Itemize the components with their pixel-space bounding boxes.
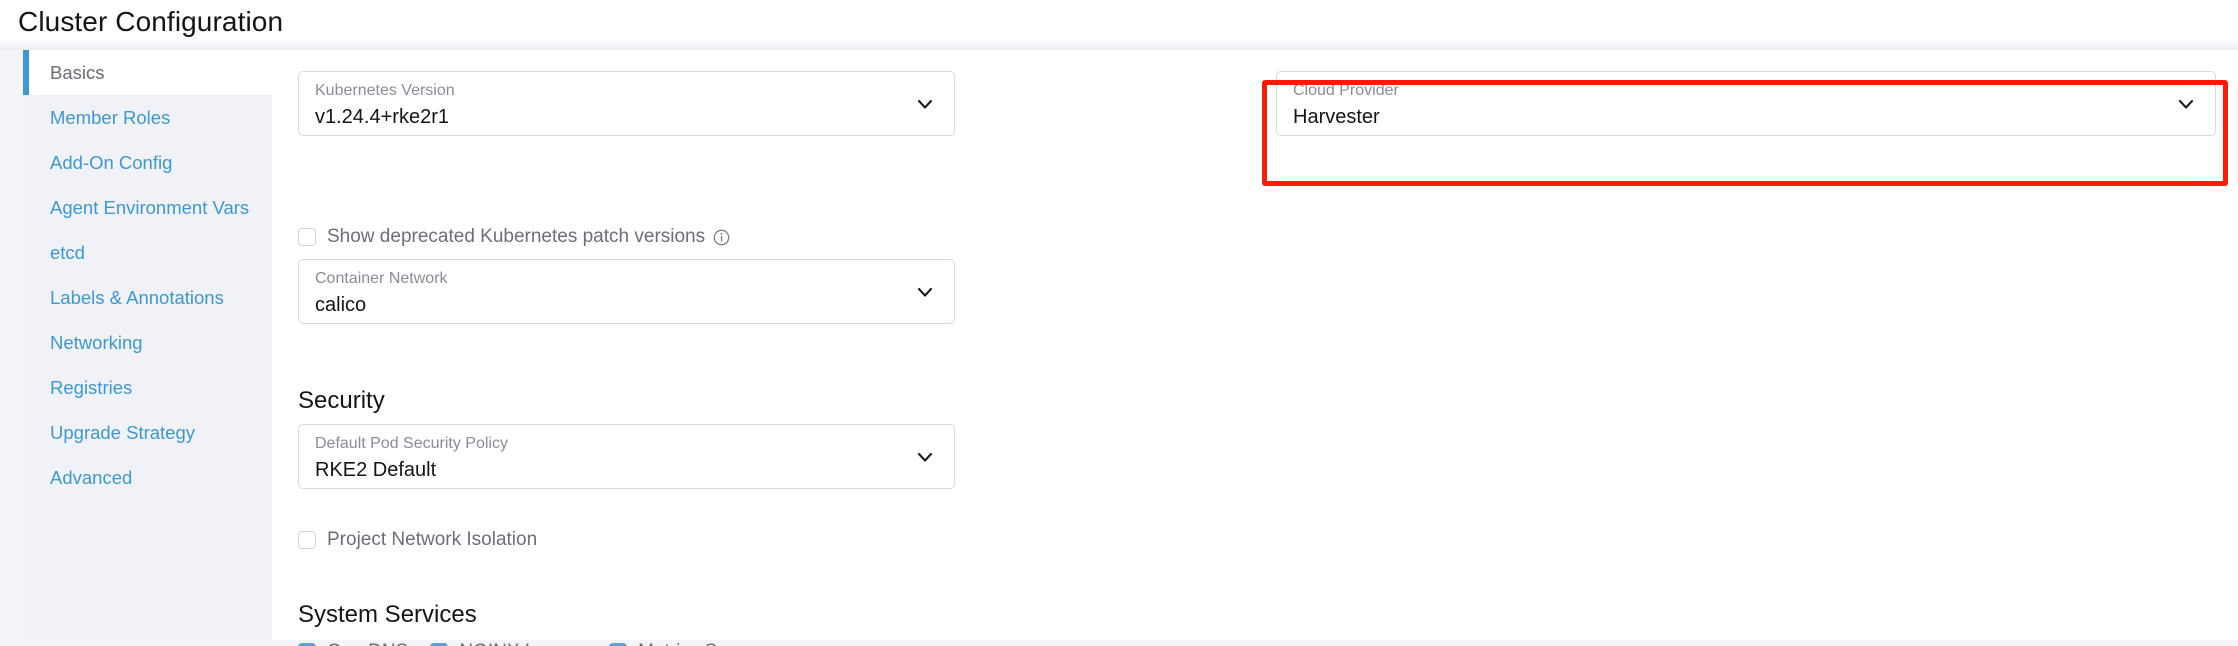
- cluster-configuration-page: Cluster Configuration Basics Member Roles…: [0, 0, 2238, 646]
- sidebar-item-basics[interactable]: Basics: [23, 50, 272, 95]
- kubernetes-version-select[interactable]: Kubernetes Version v1.24.4+rke2r1: [298, 71, 955, 136]
- sidebar-item-upgrade-strategy[interactable]: Upgrade Strategy: [23, 410, 272, 455]
- system-service-row[interactable]: CoreDNS: [298, 641, 408, 646]
- project-network-isolation-checkbox[interactable]: [298, 531, 316, 549]
- system-service-row[interactable]: Metrics Server: [609, 641, 760, 646]
- content-shell: Basics Member Roles Add-On Config Agent Env…: [0, 50, 2238, 646]
- sidebar-item-label: Advanced: [50, 467, 132, 489]
- cloud-provider-select[interactable]: Cloud Provider Harvester: [1276, 71, 2216, 136]
- project-network-isolation-row[interactable]: Project Network Isolation: [298, 529, 537, 551]
- system-service-row[interactable]: NGINX Ingress: [430, 641, 587, 646]
- sidebar-item-label: etcd: [50, 242, 85, 264]
- sidebar-item-etcd[interactable]: etcd: [23, 230, 272, 275]
- sidebar-item-agent-environment-vars[interactable]: Agent Environment Vars: [23, 185, 272, 230]
- header-divider-shadow: [0, 38, 2238, 50]
- configuration-sidebar: Basics Member Roles Add-On Config Agent Env…: [23, 50, 272, 640]
- cloud-provider-label: Cloud Provider: [1293, 82, 1399, 100]
- kubernetes-version-label: Kubernetes Version: [315, 82, 455, 100]
- sidebar-item-label: Member Roles: [50, 107, 170, 129]
- sidebar-item-label: Labels & Annotations: [50, 287, 224, 309]
- sidebar-item-advanced[interactable]: Advanced: [23, 455, 272, 500]
- container-network-label: Container Network: [315, 270, 448, 288]
- kubernetes-version-value: v1.24.4+rke2r1: [315, 106, 449, 129]
- project-network-isolation-label: Project Network Isolation: [327, 529, 537, 551]
- system-services-checkbox-group: CoreDNS NGINX Ingress Metrics Server: [298, 641, 783, 646]
- sidebar-item-member-roles[interactable]: Member Roles: [23, 95, 272, 140]
- sidebar-item-networking[interactable]: Networking: [23, 320, 272, 365]
- container-network-select[interactable]: Container Network calico: [298, 259, 955, 324]
- system-service-label: CoreDNS: [327, 641, 408, 646]
- chevron-down-icon[interactable]: [914, 446, 936, 468]
- show-deprecated-versions-checkbox[interactable]: [298, 228, 316, 246]
- sidebar-item-labels-and-annotations[interactable]: Labels & Annotations: [23, 275, 272, 320]
- default-pod-security-policy-select[interactable]: Default Pod Security Policy RKE2 Default: [298, 424, 955, 489]
- sidebar-item-label: Agent Environment Vars: [50, 197, 249, 219]
- system-services-section-heading: System Services: [298, 601, 477, 629]
- system-service-label: NGINX Ingress: [459, 641, 587, 646]
- show-deprecated-versions-row[interactable]: Show deprecated Kubernetes patch version…: [298, 226, 730, 248]
- sidebar-item-label: Upgrade Strategy: [50, 422, 195, 444]
- sidebar-item-label: Networking: [50, 332, 143, 354]
- default-pod-security-policy-label: Default Pod Security Policy: [315, 435, 508, 453]
- chevron-down-icon[interactable]: [914, 93, 936, 115]
- chevron-down-icon[interactable]: [914, 281, 936, 303]
- sidebar-item-label: Add-On Config: [50, 152, 172, 174]
- sidebar-item-label: Registries: [50, 377, 132, 399]
- container-network-value: calico: [315, 294, 366, 317]
- default-pod-security-policy-value: RKE2 Default: [315, 459, 436, 482]
- sidebar-item-registries[interactable]: Registries: [23, 365, 272, 410]
- security-section-heading: Security: [298, 387, 385, 415]
- sidebar-item-add-on-config[interactable]: Add-On Config: [23, 140, 272, 185]
- info-circle-icon[interactable]: [713, 229, 730, 246]
- system-service-label: Metrics Server: [638, 641, 760, 646]
- chevron-down-icon[interactable]: [2175, 93, 2197, 115]
- cloud-provider-value: Harvester: [1293, 106, 1380, 129]
- sidebar-item-label: Basics: [50, 62, 105, 84]
- page-title: Cluster Configuration: [18, 6, 283, 38]
- basics-form-panel: Kubernetes Version v1.24.4+rke2r1 Show d…: [272, 50, 2238, 640]
- show-deprecated-versions-label: Show deprecated Kubernetes patch version…: [327, 226, 705, 248]
